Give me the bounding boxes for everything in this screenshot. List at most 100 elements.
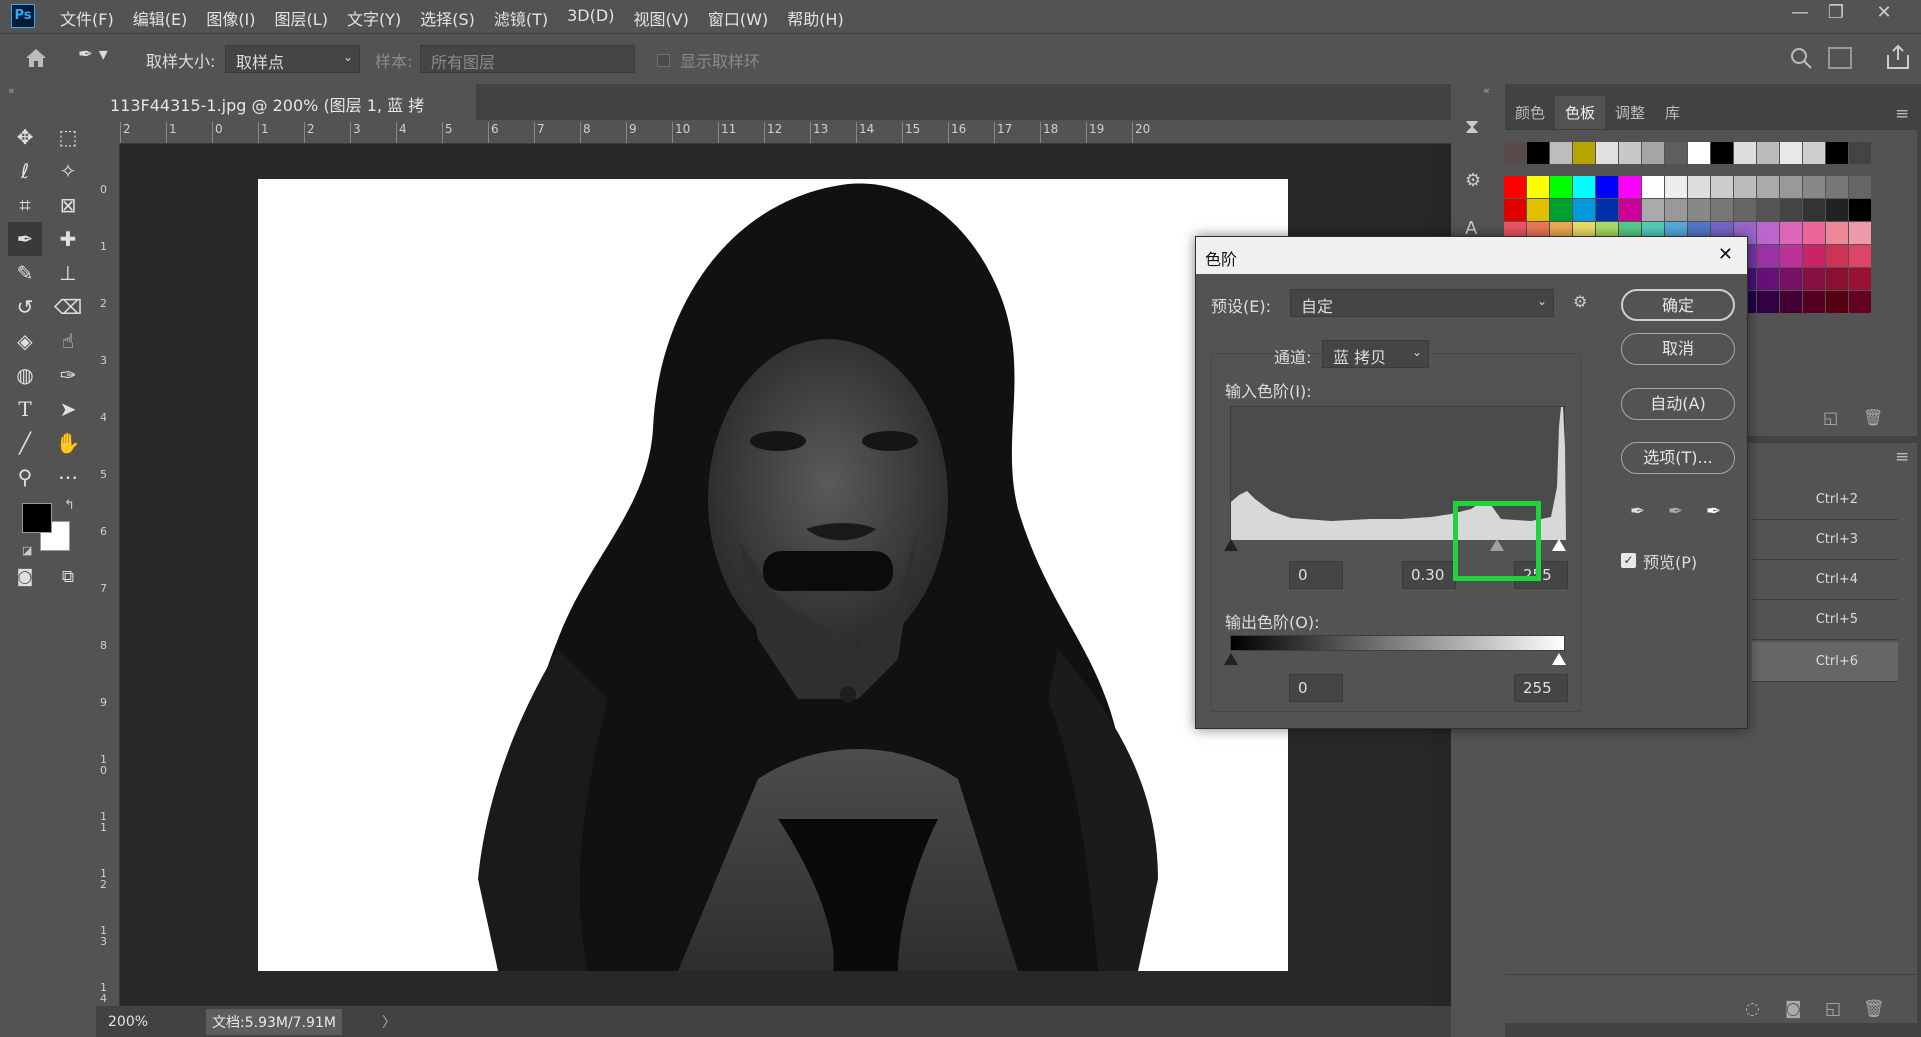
color-swatch[interactable] (1688, 142, 1710, 164)
color-swatch[interactable] (1780, 222, 1802, 244)
color-swatch[interactable] (1734, 199, 1756, 221)
color-swatch[interactable] (1803, 291, 1825, 313)
crop-tool-icon[interactable]: ⌗ (8, 188, 42, 222)
default-colors-icon[interactable]: ◪ (22, 544, 32, 557)
line-tool-icon[interactable]: ╱ (8, 426, 42, 460)
zoom-tool-icon[interactable]: ⚲ (8, 460, 42, 494)
home-icon[interactable] (22, 44, 50, 72)
channel-row-selected[interactable]: Ctrl+6 (1752, 642, 1898, 682)
brush-tool-icon[interactable]: ✎ (8, 256, 42, 290)
color-swatch[interactable] (1688, 176, 1710, 198)
color-swatch[interactable] (1734, 176, 1756, 198)
color-swatch[interactable] (1826, 142, 1848, 164)
menu-item[interactable]: 图层(L) (275, 6, 328, 30)
auto-button[interactable]: 自动(A) (1621, 388, 1735, 420)
share-icon[interactable] (1885, 43, 1911, 71)
color-swatch[interactable] (1826, 176, 1848, 198)
output-white-slider[interactable] (1552, 653, 1566, 665)
panel-menu-icon[interactable]: ≡ (1895, 104, 1909, 124)
hand-tool-icon[interactable]: ✋ (51, 426, 85, 460)
color-swatch[interactable] (1849, 176, 1871, 198)
color-swatch[interactable] (1642, 142, 1664, 164)
search-icon[interactable] (1788, 45, 1814, 71)
black-point-eyedropper-icon[interactable]: ✒ (1630, 501, 1645, 522)
channel-row[interactable]: Ctrl+2 (1752, 480, 1898, 520)
more-tools-icon[interactable]: ⋯ (51, 460, 85, 494)
path-select-icon[interactable]: ➤ (51, 392, 85, 426)
color-swatch[interactable] (1826, 199, 1848, 221)
collapse-icon[interactable]: « (8, 84, 15, 97)
tab-libraries[interactable]: 库 (1655, 96, 1690, 129)
color-swatch[interactable] (1596, 199, 1618, 221)
color-swatch[interactable] (1803, 268, 1825, 290)
menu-item[interactable]: 图像(I) (206, 6, 255, 30)
color-swatch[interactable] (1849, 291, 1871, 313)
cancel-button[interactable]: 取消 (1621, 333, 1735, 365)
status-arrow-icon[interactable]: 〉 (382, 1012, 396, 1032)
move-tool-icon[interactable]: ✥ (8, 120, 42, 154)
preset-select[interactable]: 自定 ⌄ (1290, 289, 1554, 317)
document-info[interactable]: 文档:5.93M/7.91M (206, 1009, 342, 1035)
color-swatch[interactable] (1757, 176, 1779, 198)
magic-wand-icon[interactable]: ✧ (51, 154, 85, 188)
color-swatch[interactable] (1757, 222, 1779, 244)
sample-size-select[interactable]: 取样点 ⌄ (225, 45, 360, 73)
color-swatch[interactable] (1573, 176, 1595, 198)
color-swatch[interactable] (1550, 199, 1572, 221)
close-window-button[interactable]: ✕ (1860, 0, 1908, 26)
menu-item[interactable]: 帮助(H) (787, 6, 844, 30)
eraser-tool-icon[interactable]: ⌫ (51, 290, 85, 324)
color-swatch[interactable] (1826, 268, 1848, 290)
tab-swatches[interactable]: 色板 (1555, 96, 1606, 129)
sponge-tool-icon[interactable]: ◍ (8, 358, 42, 392)
menu-item[interactable]: 滤镜(T) (494, 6, 548, 30)
load-selection-icon[interactable]: ◌ (1745, 999, 1760, 1019)
color-swatch[interactable] (1757, 245, 1779, 267)
frame-tool-icon[interactable]: ⊠ (51, 188, 85, 222)
new-swatch-icon[interactable]: ◱ (1823, 408, 1838, 427)
color-swatch[interactable] (1826, 222, 1848, 244)
color-swatch[interactable] (1849, 245, 1871, 267)
quick-mask-icon[interactable]: ◙ (8, 560, 42, 594)
stamp-tool-icon[interactable]: ⊥ (51, 256, 85, 290)
color-swatch[interactable] (1619, 142, 1641, 164)
preset-options-gear-icon[interactable]: ⚙ (1573, 292, 1587, 311)
color-swatch[interactable] (1711, 199, 1733, 221)
close-dialog-icon[interactable]: ✕ (1718, 244, 1733, 265)
delete-swatch-icon[interactable]: 🗑 (1863, 408, 1883, 427)
color-swatch[interactable] (1550, 176, 1572, 198)
color-swatch[interactable] (1504, 176, 1526, 198)
options-button[interactable]: 选项(T)... (1621, 442, 1735, 474)
channel-row[interactable]: Ctrl+3 (1752, 520, 1898, 560)
ok-button[interactable]: 确定 (1621, 289, 1735, 321)
document-image[interactable] (258, 179, 1288, 971)
color-swatch[interactable] (1527, 199, 1549, 221)
color-swatch[interactable] (1757, 142, 1779, 164)
panel-menu-icon[interactable]: ≡ (1895, 447, 1909, 467)
color-swatch[interactable] (1711, 142, 1733, 164)
color-swatch[interactable] (1803, 199, 1825, 221)
color-swatch[interactable] (1780, 291, 1802, 313)
color-swatch[interactable] (1596, 176, 1618, 198)
color-swatch[interactable] (1619, 199, 1641, 221)
history-brush-icon[interactable]: ↺ (8, 290, 42, 324)
show-ring-checkbox[interactable] (657, 54, 670, 67)
save-selection-icon[interactable]: ◙ (1785, 999, 1802, 1019)
new-channel-icon[interactable]: ◱ (1825, 999, 1841, 1019)
color-swatch[interactable] (1757, 268, 1779, 290)
color-swatch[interactable] (1619, 176, 1641, 198)
color-swatch[interactable] (1803, 142, 1825, 164)
color-swatch[interactable] (1803, 176, 1825, 198)
color-swatch[interactable] (1849, 142, 1871, 164)
document-tab[interactable]: 113F44315-1.jpg @ 200% (图层 1, 蓝 拷贝/8) * … (96, 84, 476, 139)
input-black-field[interactable]: 0 (1289, 561, 1343, 589)
menu-item[interactable]: 文件(F) (60, 6, 114, 30)
color-swatch[interactable] (1504, 142, 1526, 164)
color-swatch[interactable] (1734, 142, 1756, 164)
collapse-icon[interactable]: « (1483, 84, 1490, 97)
preview-checkbox[interactable]: ✓ (1621, 553, 1636, 568)
menu-item[interactable]: 选择(S) (420, 6, 475, 30)
channel-select[interactable]: 蓝 拷贝 ⌄ (1322, 340, 1429, 368)
color-swatch[interactable] (1665, 176, 1687, 198)
tab-adjustments[interactable]: 调整 (1605, 96, 1655, 129)
